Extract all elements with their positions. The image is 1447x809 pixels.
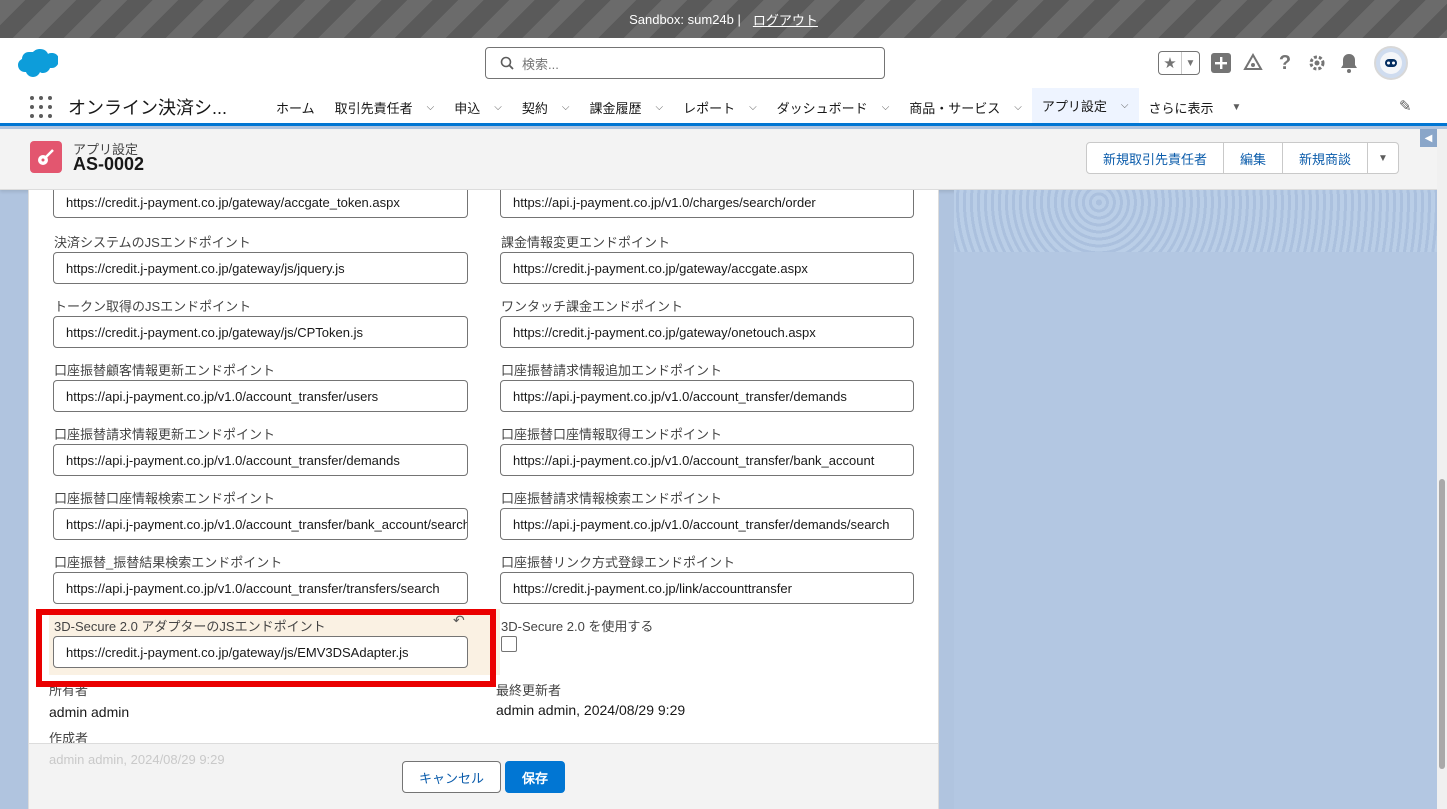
nav-item-billing-history[interactable]: 課金履歴 ⌵ — [579, 88, 673, 126]
favorite-star-icon[interactable]: ★ — [1159, 52, 1181, 74]
field-label: 3D-Secure 2.0 アダプターのJSエンドポイント — [54, 619, 326, 634]
header-icons: ★ ▼ ? — [1158, 46, 1408, 80]
chevron-down-icon[interactable]: ⌵ — [882, 102, 890, 113]
field-label: 口座振替請求情報検索エンドポイント — [501, 491, 723, 506]
billing-change-endpoint-field[interactable]: https://credit.j-payment.co.jp/gateway/a… — [500, 252, 914, 284]
bank-account-get-endpoint-field[interactable]: https://api.j-payment.co.jp/v1.0/account… — [500, 444, 914, 476]
chevron-down-icon[interactable]: ⌵ — [562, 102, 570, 113]
token-endpoint-field[interactable]: https://credit.j-payment.co.jp/gateway/a… — [53, 190, 468, 218]
field-label: 口座振替請求情報追加エンドポイント — [501, 363, 723, 378]
user-avatar[interactable] — [1374, 46, 1408, 80]
field-label: ワンタッチ課金エンドポイント — [501, 299, 684, 314]
nav-item-products[interactable]: 商品・サービス ⌵ — [899, 88, 1032, 126]
field-label: 口座振替顧客情報更新エンドポイント — [54, 363, 276, 378]
salesforce-logo-icon[interactable] — [16, 47, 58, 77]
page-scrollbar[interactable] — [1437, 129, 1447, 809]
nav-item-applications[interactable]: 申込 ⌵ — [444, 88, 512, 126]
nav-item-home[interactable]: ホーム — [266, 88, 325, 126]
field-label: 決済システムのJSエンドポイント — [54, 235, 251, 250]
nav-item-more[interactable]: さらに表示 ▼ — [1139, 88, 1252, 126]
field-label: 課金情報変更エンドポイント — [501, 235, 671, 250]
token-js-endpoint-field[interactable]: https://credit.j-payment.co.jp/gateway/j… — [53, 316, 468, 348]
chevron-down-icon[interactable]: ⌵ — [1014, 102, 1022, 113]
field-label: 口座振替_振替結果検索エンドポイント — [54, 555, 283, 570]
app-name: オンライン決済シ... — [68, 98, 228, 118]
global-actions-plus-icon[interactable] — [1210, 52, 1232, 74]
record-actions: 新規取引先責任者 編集 新規商談 ▼ — [1086, 142, 1399, 174]
field-label: 口座振替口座情報検索エンドポイント — [54, 491, 276, 506]
field-label: トークン取得のJSエンドポイント — [54, 299, 252, 314]
nav-item-contacts[interactable]: 取引先責任者 ⌵ — [325, 88, 445, 126]
chevron-down-icon[interactable]: ⌵ — [494, 102, 502, 113]
field-label: 口座振替請求情報更新エンドポイント — [54, 427, 276, 442]
favorites-chevron-down-icon[interactable]: ▼ — [1181, 52, 1199, 74]
nav-item-app-settings[interactable]: アプリ設定 ⌵ — [1031, 88, 1139, 126]
use-3ds-checkbox[interactable] — [501, 636, 517, 652]
owner-value: admin admin — [49, 704, 130, 720]
field-label: 口座振替口座情報取得エンドポイント — [501, 427, 723, 442]
edit-nav-pencil-icon[interactable]: ✎ — [1399, 97, 1412, 115]
record-edit-form: https://credit.j-payment.co.jp/gateway/a… — [28, 190, 939, 809]
logout-link[interactable]: ログアウト — [753, 10, 818, 29]
save-button[interactable]: 保存 — [505, 761, 565, 793]
setup-gear-icon[interactable] — [1306, 52, 1328, 74]
created-value: admin admin, 2024/08/29 9:29 — [49, 752, 225, 767]
owner-label: 所有者 — [49, 683, 89, 698]
new-contact-button[interactable]: 新規取引先責任者 — [1086, 142, 1225, 174]
field-label: 口座振替リンク方式登録エンドポイント — [501, 555, 736, 570]
transfer-demands-update-endpoint-field[interactable]: https://api.j-payment.co.jp/v1.0/account… — [53, 444, 468, 476]
link-transfer-endpoint-field[interactable]: https://credit.j-payment.co.jp/link/acco… — [500, 572, 914, 604]
modified-value: admin admin, 2024/08/29 9:29 — [496, 702, 686, 718]
search-placeholder: 検索... — [522, 56, 559, 72]
favorites-group: ★ ▼ — [1158, 51, 1200, 75]
more-actions-chevron-down-icon[interactable]: ▼ — [1368, 142, 1399, 174]
order-search-endpoint-field[interactable]: https://api.j-payment.co.jp/v1.0/charges… — [500, 190, 914, 218]
nav-item-contracts[interactable]: 契約 ⌵ — [512, 88, 580, 126]
app-navigation-bar: オンライン決済シ... ホーム 取引先責任者 ⌵ 申込 ⌵ 契約 ⌵ 課金履歴 ⌵ レポ… — [0, 88, 1447, 126]
transfers-search-endpoint-field[interactable]: https://api.j-payment.co.jp/v1.0/account… — [53, 572, 468, 604]
field-label: 3D-Secure 2.0 を使用する — [501, 619, 654, 634]
onetouch-endpoint-field[interactable]: https://credit.j-payment.co.jp/gateway/o… — [500, 316, 914, 348]
help-icon[interactable]: ? — [1274, 52, 1296, 74]
undo-icon[interactable]: ↶ — [453, 612, 465, 629]
chevron-down-icon[interactable]: ⌵ — [749, 102, 757, 113]
sandbox-bar: Sandbox: sum24b | ログアウト — [0, 0, 1447, 38]
new-opportunity-button[interactable]: 新規商談 — [1283, 142, 1369, 174]
chevron-down-icon[interactable]: ⌵ — [655, 102, 663, 113]
nav-item-dashboards[interactable]: ダッシュボード ⌵ — [767, 88, 900, 126]
modified-label: 最終更新者 — [496, 683, 562, 698]
js-endpoint-field[interactable]: https://credit.j-payment.co.jp/gateway/j… — [53, 252, 468, 284]
adapter-js-endpoint-field[interactable]: https://credit.j-payment.co.jp/gateway/j… — [53, 636, 468, 668]
nav-item-reports[interactable]: レポート ⌵ — [673, 88, 767, 126]
trailhead-icon[interactable] — [1242, 52, 1264, 74]
notifications-bell-icon[interactable] — [1338, 52, 1360, 74]
demands-search-endpoint-field[interactable]: https://api.j-payment.co.jp/v1.0/account… — [500, 508, 914, 540]
side-panel-toggle-icon[interactable]: ◀ — [1420, 129, 1437, 147]
bank-account-search-endpoint-field[interactable]: https://api.j-payment.co.jp/v1.0/account… — [53, 508, 468, 540]
global-search-input[interactable]: 検索... — [485, 47, 885, 79]
record-name: AS-0002 — [73, 154, 145, 174]
astro-avatar-icon — [1380, 52, 1402, 74]
sandbox-label: Sandbox: sum24b | — [629, 11, 741, 27]
caret-down-icon: ▼ — [1231, 101, 1242, 113]
scrollbar-thumb[interactable] — [1439, 479, 1445, 769]
record-header: アプリ設定 AS-0002 新規取引先責任者 編集 新規商談 ▼ — [0, 129, 1437, 190]
global-header: 検索... ★ ▼ ? — [0, 38, 1447, 88]
background-panel — [954, 190, 1437, 809]
nav-items: ホーム 取引先責任者 ⌵ 申込 ⌵ 契約 ⌵ 課金履歴 ⌵ レポート ⌵ ダッシュボード ⌵… — [266, 88, 1251, 126]
chevron-down-icon[interactable]: ⌵ — [1121, 100, 1129, 111]
background-pattern — [954, 190, 1437, 252]
transfer-demands-add-endpoint-field[interactable]: https://api.j-payment.co.jp/v1.0/account… — [500, 380, 914, 412]
chevron-down-icon[interactable]: ⌵ — [427, 102, 435, 113]
cancel-button[interactable]: キャンセル — [402, 761, 501, 793]
guitar-record-icon — [30, 141, 62, 173]
app-launcher-waffle-icon[interactable] — [30, 96, 52, 118]
search-icon — [500, 56, 514, 70]
edit-button[interactable]: 編集 — [1224, 142, 1284, 174]
transfer-users-endpoint-field[interactable]: https://api.j-payment.co.jp/v1.0/account… — [53, 380, 468, 412]
